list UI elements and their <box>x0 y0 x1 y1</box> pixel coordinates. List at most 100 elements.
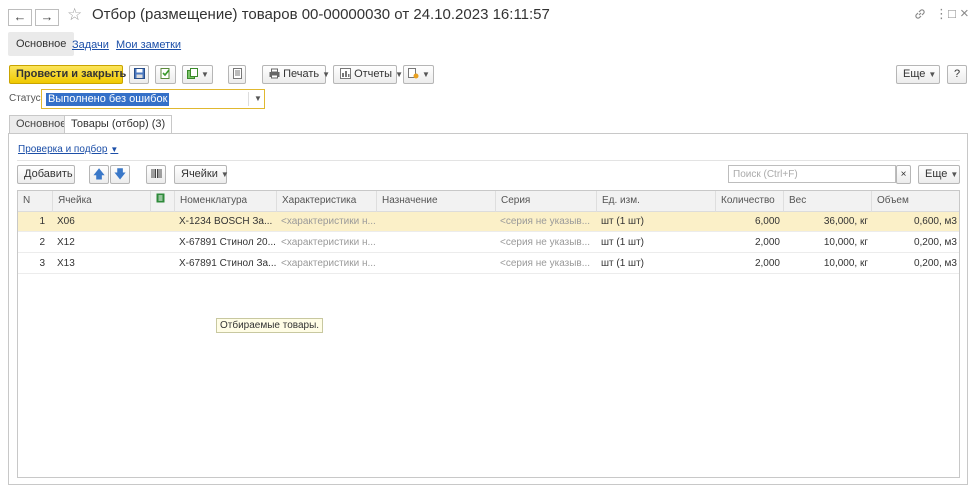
print-button[interactable]: Печать ▼ <box>262 65 330 84</box>
save-button[interactable] <box>129 65 149 84</box>
col-header-mark[interactable] <box>151 191 175 212</box>
cell-volume: 0,200, м3 <box>913 258 957 269</box>
cell-n: 3 <box>39 258 45 269</box>
link-icon[interactable] <box>914 8 926 23</box>
caret-down-icon: ▼ <box>201 70 209 79</box>
favorite-star-icon[interactable]: ☆ <box>67 5 82 25</box>
subnav-notes[interactable]: Мои заметки <box>116 39 181 51</box>
status-label: Статус: <box>9 93 44 104</box>
cell-series: <серия не указыв... <box>500 258 591 269</box>
status-select[interactable]: Выполнено без ошибок ▼ <box>41 89 265 109</box>
back-button[interactable]: ← <box>8 9 32 26</box>
window-title: Отбор (размещение) товаров 00-00000030 о… <box>92 6 550 23</box>
check-and-select-link[interactable]: Проверка и подбор ▼ <box>18 144 118 155</box>
related-documents-icon <box>408 68 419 79</box>
col-header-purpose[interactable]: Назначение <box>377 191 496 212</box>
table-more-label: Еще <box>925 168 948 180</box>
col-header-n[interactable]: N <box>18 191 53 212</box>
caret-down-icon: ▼ <box>950 170 959 179</box>
post-and-close-button[interactable]: Провести и закрыть <box>9 65 126 84</box>
create-based-icon <box>187 68 198 79</box>
table-row[interactable]: 3 X13 X-67891 Стинол За... <характеристи… <box>18 254 959 274</box>
close-icon[interactable]: × <box>960 5 969 22</box>
reports-button[interactable]: Отчеты ▼ <box>333 65 403 84</box>
col-header-quantity[interactable]: Количество <box>716 191 784 212</box>
col-header-cell[interactable]: Ячейка <box>53 191 151 212</box>
cell-weight: 36,000, кг <box>823 216 868 227</box>
arrow-down-icon: 🡇 <box>113 167 127 181</box>
cell-item: X-67891 Стинол За... <box>179 258 277 269</box>
cell-n: 2 <box>39 237 45 248</box>
related-documents-button[interactable]: ▼ <box>403 65 434 84</box>
post-button[interactable] <box>155 65 176 84</box>
cell-purpose <box>377 254 496 274</box>
post-document-icon <box>160 68 170 79</box>
cell-series: <серия не указыв... <box>500 237 591 248</box>
col-header-volume[interactable]: Объем <box>872 191 959 212</box>
help-button[interactable]: ? <box>947 65 967 84</box>
arrow-right-icon: → <box>40 9 54 24</box>
caret-down-icon: ▼ <box>928 70 937 79</box>
marker-icon <box>156 193 165 203</box>
divider <box>17 160 960 161</box>
caret-down-icon: ▼ <box>322 70 331 79</box>
cell-item: X-67891 Стинол 20... <box>179 237 276 248</box>
cell-unit: шт (1 шт) <box>601 216 644 227</box>
cell-volume: 0,600, м3 <box>913 216 957 227</box>
cell-series: <серия не указыв... <box>500 216 591 227</box>
cell-purpose <box>377 212 496 232</box>
subnav-tasks[interactable]: Задачи <box>72 39 109 51</box>
cell-weight: 10,000, кг <box>823 258 868 269</box>
printer-icon <box>269 68 280 79</box>
status-value: Выполнено без ошибок <box>46 93 170 106</box>
cells-button[interactable]: Ячейки ▼ <box>174 165 229 184</box>
caret-down-icon: ▼ <box>220 170 229 179</box>
goods-tooltip: Отбираемые товары. <box>216 318 324 333</box>
barcode-icon <box>151 169 161 178</box>
table-row[interactable]: 2 X12 X-67891 Стинол 20... <характеристи… <box>18 233 959 253</box>
col-header-item[interactable]: Номенклатура <box>175 191 277 212</box>
table-more-button[interactable]: Еще ▼ <box>918 165 960 184</box>
caret-down-icon: ▼ <box>422 70 430 79</box>
caret-down-icon: ▼ <box>395 70 404 79</box>
cell-quantity: 2,000 <box>754 237 780 248</box>
structure-button[interactable] <box>228 65 246 84</box>
search-input[interactable]: Поиск (Ctrl+F) <box>728 165 896 183</box>
cells-label: Ячейки <box>181 168 218 180</box>
reports-icon <box>340 68 351 79</box>
clear-search-button[interactable]: × <box>896 165 911 184</box>
check-and-select-label: Проверка и подбор <box>18 144 108 155</box>
cell-storage: X13 <box>57 258 75 269</box>
col-header-weight[interactable]: Вес <box>784 191 872 212</box>
dropdown-arrow-icon[interactable]: ▼ <box>248 92 262 106</box>
add-button[interactable]: Добавить <box>17 165 75 184</box>
move-up-button[interactable]: 🡅 <box>89 165 109 184</box>
more-menu-icon[interactable]: ⋮ <box>935 6 948 22</box>
cell-item: X-1234 BOSCH За... <box>179 216 273 227</box>
cell-unit: шт (1 шт) <box>601 237 644 248</box>
cell-weight: 10,000, кг <box>823 237 868 248</box>
maximize-icon[interactable]: □ <box>948 6 956 21</box>
tab-goods[interactable]: Товары (отбор) (3) <box>64 115 173 134</box>
forward-button[interactable]: → <box>35 9 59 26</box>
col-header-unit[interactable]: Ед. изм. <box>597 191 716 212</box>
goods-table[interactable]: N Ячейка Номенклатура Характеристика Наз… <box>17 190 960 478</box>
col-header-series[interactable]: Серия <box>496 191 597 212</box>
barcode-button[interactable] <box>146 165 166 184</box>
more-button[interactable]: Еще ▼ <box>896 65 940 84</box>
subnav-main[interactable]: Основное <box>8 32 75 56</box>
create-based-on-button[interactable]: ▼ <box>182 65 213 84</box>
table-header: N Ячейка Номенклатура Характеристика Наз… <box>18 191 959 212</box>
cell-storage: X12 <box>57 237 75 248</box>
cell-storage: X06 <box>57 216 75 227</box>
cell-unit: шт (1 шт) <box>601 258 644 269</box>
cell-characteristic: <характеристики н... <box>281 258 376 269</box>
cell-characteristic: <характеристики н... <box>281 237 376 248</box>
save-icon <box>133 68 145 79</box>
col-header-characteristic[interactable]: Характеристика <box>277 191 377 212</box>
table-row[interactable]: 1 X06 X-1234 BOSCH За... <характеристики… <box>18 212 959 232</box>
move-down-button[interactable]: 🡇 <box>110 165 130 184</box>
print-label: Печать <box>283 68 320 80</box>
arrow-left-icon: ← <box>13 9 27 24</box>
cell-volume: 0,200, м3 <box>913 237 957 248</box>
